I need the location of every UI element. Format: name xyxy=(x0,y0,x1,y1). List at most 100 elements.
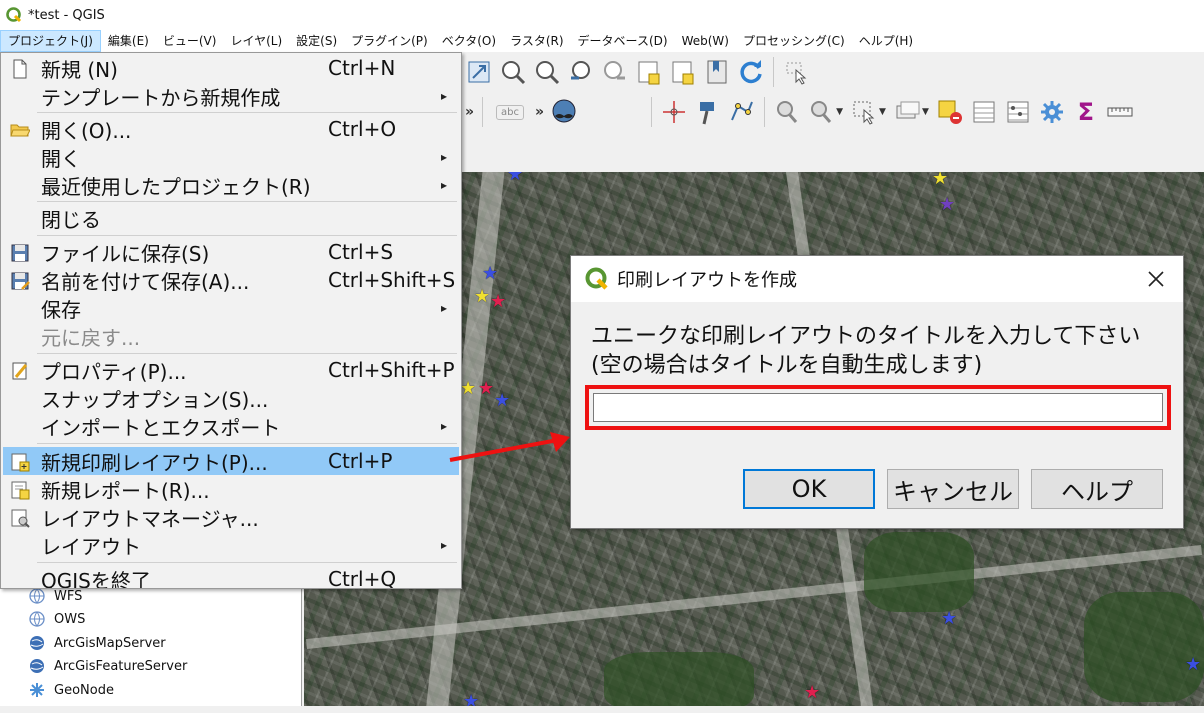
browser-item-arcgis-map-server[interactable]: ArcGisMapServer xyxy=(28,632,166,654)
digitize-button[interactable] xyxy=(727,97,757,127)
menu-item-new-project[interactable]: 新規 (N) Ctrl+N xyxy=(3,54,459,82)
menu-item-open[interactable]: 開く(O)... Ctrl+O xyxy=(3,115,459,143)
map-marker-star[interactable]: ★ xyxy=(1185,656,1201,674)
zoom-last-button[interactable] xyxy=(566,57,596,87)
map-marker-star[interactable]: ★ xyxy=(478,380,494,398)
zoom-native-button[interactable] xyxy=(702,57,732,87)
menu-database[interactable]: データベース(D) xyxy=(571,30,675,52)
map-marker-star[interactable]: ★ xyxy=(932,172,948,188)
menu-processing[interactable]: プロセッシング(C) xyxy=(736,30,852,52)
identify-icon xyxy=(777,101,798,123)
ruler-icon xyxy=(1107,107,1133,117)
menu-item-recent-projects[interactable]: 最近使用したプロジェクト(R) ▸ xyxy=(3,171,459,199)
menu-item-layouts[interactable]: レイアウト ▸ xyxy=(3,531,459,559)
menu-view[interactable]: ビュー(V) xyxy=(156,30,224,52)
dialog-close-button[interactable] xyxy=(1141,264,1171,294)
menu-item-close[interactable]: 閉じる xyxy=(3,204,459,232)
menu-item-exit-qgis[interactable]: QGISを終了 Ctrl+Q xyxy=(3,565,459,588)
field-calculator-button[interactable] xyxy=(1003,97,1033,127)
zoom-in-icon xyxy=(502,61,526,85)
map-marker-star[interactable]: ★ xyxy=(460,380,476,398)
action-button[interactable] xyxy=(806,97,836,127)
browser-item-geonode[interactable]: GeoNode xyxy=(28,679,114,701)
layout-manager-icon xyxy=(11,509,30,528)
submenu-arrow-icon: ▸ xyxy=(440,178,447,192)
map-marker-star[interactable]: ★ xyxy=(941,610,957,628)
select-tool-button[interactable] xyxy=(781,57,811,87)
menu-edit[interactable]: 編集(E) xyxy=(101,30,156,52)
attribute-table-button[interactable] xyxy=(969,97,999,127)
menu-item-label: 新規レポート(R)... xyxy=(41,478,210,503)
zoom-out-button[interactable] xyxy=(532,57,562,87)
menu-item-new-report[interactable]: 新規レポート(R)... xyxy=(3,475,459,503)
deselect-button[interactable] xyxy=(935,97,965,127)
menu-item-open-from[interactable]: 開く ▸ xyxy=(3,143,459,171)
menu-item-label: ファイルに保存(S) xyxy=(41,241,210,266)
ok-button[interactable]: OK xyxy=(743,469,875,509)
select-by-value-button[interactable] xyxy=(892,97,922,127)
menu-item-save[interactable]: ファイルに保存(S) Ctrl+S xyxy=(3,238,459,266)
menu-item-new-from-template[interactable]: テンプレートから新規作成 ▸ xyxy=(3,82,459,110)
menu-raster[interactable]: ラスタ(R) xyxy=(503,30,570,52)
menu-item-shortcut: Ctrl+P xyxy=(328,449,393,473)
zoom-in-button[interactable] xyxy=(498,57,528,87)
geonode-icon xyxy=(30,683,44,697)
save-as-icon xyxy=(11,272,30,290)
label-tool-button[interactable]: abc xyxy=(490,97,530,127)
zoom-to-selection-icon xyxy=(672,61,694,85)
wfs-globe-icon xyxy=(29,588,45,604)
menu-layer[interactable]: レイヤ(L) xyxy=(223,30,289,52)
cancel-button[interactable]: キャンセル xyxy=(887,469,1019,509)
menu-vector[interactable]: ベクタ(O) xyxy=(435,30,503,52)
chevron-down-icon[interactable]: ▼ xyxy=(879,107,886,117)
pan-to-selection-button[interactable] xyxy=(464,57,494,87)
processing-toolbox-button[interactable] xyxy=(1037,97,1067,127)
menu-item-snapping-options[interactable]: スナップオプション(S)... xyxy=(3,384,459,412)
map-marker-star[interactable]: ★ xyxy=(490,293,506,311)
zoom-to-layer-button[interactable] xyxy=(634,57,664,87)
map-marker-star[interactable]: ★ xyxy=(482,265,498,283)
select-features-button[interactable] xyxy=(849,97,879,127)
map-marker-star[interactable]: ★ xyxy=(804,684,820,702)
browser-item-ows[interactable]: OWS xyxy=(28,608,85,630)
refresh-button[interactable] xyxy=(736,57,766,87)
add-vertex-button[interactable] xyxy=(659,97,689,127)
map-marker-star[interactable]: ★ xyxy=(494,392,510,410)
zoom-next-button[interactable] xyxy=(600,57,630,87)
menu-project[interactable]: プロジェクト(J) xyxy=(0,30,101,52)
help-button[interactable]: ヘルプ xyxy=(1031,469,1163,509)
zoom-to-selection-button[interactable] xyxy=(668,57,698,87)
menu-item-import-export[interactable]: インポートとエクスポート ▸ xyxy=(3,412,459,440)
toolbar-overflow-chevron[interactable]: » xyxy=(465,104,474,120)
map-marker-star[interactable]: ★ xyxy=(939,196,955,214)
browser-item-arcgis-feature-server[interactable]: ArcGisFeatureServer xyxy=(28,655,187,677)
menu-help[interactable]: ヘルプ(H) xyxy=(852,30,920,52)
menu-item-save-to[interactable]: 保存 ▸ xyxy=(3,294,459,322)
project-menu-dropdown: 新規 (N) Ctrl+N テンプレートから新規作成 ▸ 開く(O)... Ct… xyxy=(0,52,462,589)
annotation-button[interactable] xyxy=(693,97,723,127)
menu-plugins[interactable]: プラグイン(P) xyxy=(344,30,435,52)
menu-item-properties[interactable]: プロパティ(P)... Ctrl+Shift+P xyxy=(3,356,459,384)
menu-item-label: スナップオプション(S)... xyxy=(41,387,269,412)
window-title: *test - QGIS xyxy=(28,7,105,23)
menu-item-save-as[interactable]: 名前を付けて保存(A)... Ctrl+Shift+S xyxy=(3,266,459,294)
qgis-logo-icon xyxy=(6,7,22,23)
map-tips-button[interactable] xyxy=(549,97,579,127)
chevron-down-icon[interactable]: ▼ xyxy=(922,107,929,117)
menu-settings[interactable]: 設定(S) xyxy=(289,30,344,52)
map-marker-star[interactable]: ★ xyxy=(474,288,490,306)
menu-item-layout-manager[interactable]: レイアウトマネージャ... xyxy=(3,503,459,531)
menu-item-new-print-layout[interactable]: 新規印刷レイアウト(P)... Ctrl+P xyxy=(3,447,459,475)
toolbar-overflow-chevron-2[interactable]: » xyxy=(535,104,544,120)
menu-item-label: 開く(O)... xyxy=(41,118,132,143)
statistics-button[interactable]: Σ xyxy=(1071,97,1101,127)
layout-title-input[interactable] xyxy=(593,393,1163,422)
abacus-icon xyxy=(1007,101,1029,123)
measure-button[interactable] xyxy=(1105,97,1135,127)
menu-web[interactable]: Web(W) xyxy=(675,30,736,52)
qgis-window: *test - QGIS プロジェクト(J) 編集(E) ビュー(V) レイヤ(… xyxy=(0,0,1204,713)
globe-moustache-icon xyxy=(552,99,576,123)
chevron-down-icon[interactable]: ▼ xyxy=(836,107,843,117)
map-marker-star[interactable]: ★ xyxy=(507,172,523,184)
identify-button[interactable] xyxy=(772,97,802,127)
